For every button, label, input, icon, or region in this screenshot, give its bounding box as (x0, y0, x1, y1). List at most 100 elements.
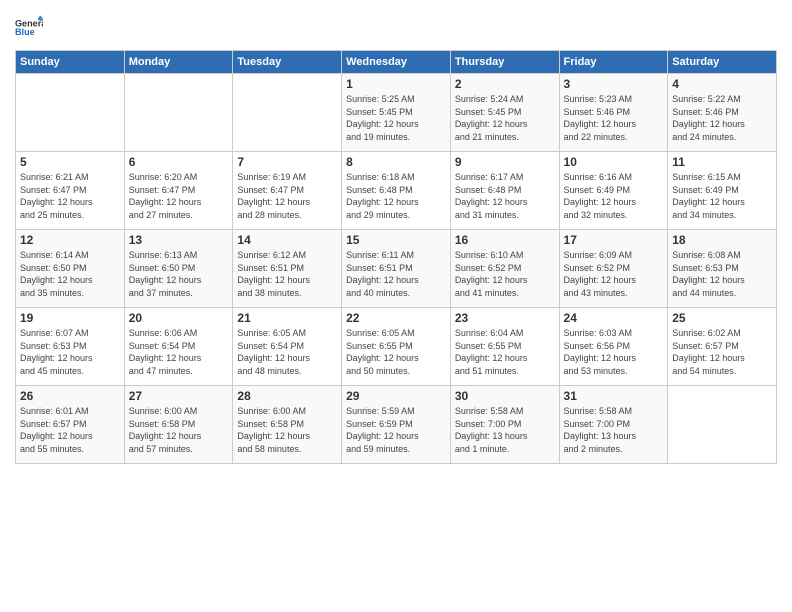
header-day: Friday (559, 51, 668, 74)
day-info: Sunrise: 6:18 AM Sunset: 6:48 PM Dayligh… (346, 171, 446, 221)
calendar-cell: 16 Sunrise: 6:10 AM Sunset: 6:52 PM Dayli… (450, 230, 559, 308)
calendar-cell: 15 Sunrise: 6:11 AM Sunset: 6:51 PM Dayli… (342, 230, 451, 308)
calendar-cell: 19Sunrise: 6:07 AM Sunset: 6:53 PM Dayli… (16, 308, 125, 386)
day-number: 19 (20, 311, 120, 325)
calendar-cell: 29 Sunrise: 5:59 AM Sunset: 6:59 PM Dayli… (342, 386, 451, 464)
calendar-cell (233, 74, 342, 152)
header-day: Saturday (668, 51, 777, 74)
day-info: Sunrise: 6:13 AM Sunset: 6:50 PM Dayligh… (129, 249, 229, 299)
calendar-cell (124, 74, 233, 152)
day-info: Sunrise: 6:09 AM Sunset: 6:52 PM Dayligh… (564, 249, 664, 299)
day-info: Sunrise: 6:16 AM Sunset: 6:49 PM Dayligh… (564, 171, 664, 221)
day-info: Sunrise: 6:15 AM Sunset: 6:49 PM Dayligh… (672, 171, 772, 221)
day-info: Sunrise: 6:05 AM Sunset: 6:54 PM Dayligh… (237, 327, 337, 377)
day-number: 7 (237, 155, 337, 169)
day-number: 11 (672, 155, 772, 169)
day-number: 4 (672, 77, 772, 91)
calendar-cell: 13 Sunrise: 6:13 AM Sunset: 6:50 PM Dayli… (124, 230, 233, 308)
calendar-cell (668, 386, 777, 464)
day-number: 15 (346, 233, 446, 247)
calendar-table: SundayMondayTuesdayWednesdayThursdayFrid… (15, 50, 777, 464)
day-number: 29 (346, 389, 446, 403)
day-info: Sunrise: 6:10 AM Sunset: 6:52 PM Dayligh… (455, 249, 555, 299)
day-info: Sunrise: 6:19 AM Sunset: 6:47 PM Dayligh… (237, 171, 337, 221)
week-row: 19Sunrise: 6:07 AM Sunset: 6:53 PM Dayli… (16, 308, 777, 386)
calendar-container: General Blue SundayMondayTuesdayWednesda… (0, 0, 792, 612)
header-day: Sunday (16, 51, 125, 74)
day-number: 13 (129, 233, 229, 247)
day-info: Sunrise: 6:14 AM Sunset: 6:50 PM Dayligh… (20, 249, 120, 299)
day-number: 25 (672, 311, 772, 325)
day-number: 8 (346, 155, 446, 169)
calendar-cell: 14Sunrise: 6:12 AM Sunset: 6:51 PM Dayli… (233, 230, 342, 308)
day-info: Sunrise: 6:08 AM Sunset: 6:53 PM Dayligh… (672, 249, 772, 299)
day-info: Sunrise: 6:05 AM Sunset: 6:55 PM Dayligh… (346, 327, 446, 377)
calendar-cell: 25 Sunrise: 6:02 AM Sunset: 6:57 PM Dayli… (668, 308, 777, 386)
day-number: 12 (20, 233, 120, 247)
week-row: 26Sunrise: 6:01 AM Sunset: 6:57 PM Dayli… (16, 386, 777, 464)
calendar-cell: 2 Sunrise: 5:24 AM Sunset: 5:45 PM Daylig… (450, 74, 559, 152)
day-number: 16 (455, 233, 555, 247)
day-number: 5 (20, 155, 120, 169)
header-day: Thursday (450, 51, 559, 74)
calendar-cell: 4 Sunrise: 5:22 AM Sunset: 5:46 PM Daylig… (668, 74, 777, 152)
calendar-cell: 21 Sunrise: 6:05 AM Sunset: 6:54 PM Dayli… (233, 308, 342, 386)
week-row: 5 Sunrise: 6:21 AM Sunset: 6:47 PM Daylig… (16, 152, 777, 230)
day-info: Sunrise: 6:00 AM Sunset: 6:58 PM Dayligh… (237, 405, 337, 455)
day-info: Sunrise: 6:21 AM Sunset: 6:47 PM Dayligh… (20, 171, 120, 221)
calendar-cell: 23Sunrise: 6:04 AM Sunset: 6:55 PM Dayli… (450, 308, 559, 386)
calendar-cell: 18 Sunrise: 6:08 AM Sunset: 6:53 PM Dayli… (668, 230, 777, 308)
day-info: Sunrise: 5:58 AM Sunset: 7:00 PM Dayligh… (564, 405, 664, 455)
calendar-cell: 31 Sunrise: 5:58 AM Sunset: 7:00 PM Dayli… (559, 386, 668, 464)
day-info: Sunrise: 5:24 AM Sunset: 5:45 PM Dayligh… (455, 93, 555, 143)
svg-text:Blue: Blue (15, 27, 35, 37)
day-number: 31 (564, 389, 664, 403)
calendar-cell: 17 Sunrise: 6:09 AM Sunset: 6:52 PM Dayli… (559, 230, 668, 308)
calendar-cell: 27 Sunrise: 6:00 AM Sunset: 6:58 PM Dayli… (124, 386, 233, 464)
calendar-cell (16, 74, 125, 152)
day-number: 3 (564, 77, 664, 91)
day-number: 24 (564, 311, 664, 325)
day-number: 20 (129, 311, 229, 325)
day-info: Sunrise: 6:03 AM Sunset: 6:56 PM Dayligh… (564, 327, 664, 377)
day-number: 23 (455, 311, 555, 325)
day-info: Sunrise: 5:25 AM Sunset: 5:45 PM Dayligh… (346, 93, 446, 143)
day-number: 2 (455, 77, 555, 91)
day-info: Sunrise: 5:22 AM Sunset: 5:46 PM Dayligh… (672, 93, 772, 143)
calendar-cell: 10 Sunrise: 6:16 AM Sunset: 6:49 PM Dayli… (559, 152, 668, 230)
day-info: Sunrise: 6:00 AM Sunset: 6:58 PM Dayligh… (129, 405, 229, 455)
calendar-cell: 8 Sunrise: 6:18 AM Sunset: 6:48 PM Daylig… (342, 152, 451, 230)
calendar-cell: 30 Sunrise: 5:58 AM Sunset: 7:00 PM Dayli… (450, 386, 559, 464)
calendar-cell: 6Sunrise: 6:20 AM Sunset: 6:47 PM Daylig… (124, 152, 233, 230)
day-number: 28 (237, 389, 337, 403)
logo: General Blue (15, 14, 45, 42)
day-number: 21 (237, 311, 337, 325)
day-number: 17 (564, 233, 664, 247)
calendar-cell: 28 Sunrise: 6:00 AM Sunset: 6:58 PM Dayli… (233, 386, 342, 464)
day-info: Sunrise: 5:23 AM Sunset: 5:46 PM Dayligh… (564, 93, 664, 143)
day-info: Sunrise: 5:58 AM Sunset: 7:00 PM Dayligh… (455, 405, 555, 455)
day-number: 9 (455, 155, 555, 169)
day-number: 14 (237, 233, 337, 247)
day-info: Sunrise: 5:59 AM Sunset: 6:59 PM Dayligh… (346, 405, 446, 455)
day-number: 22 (346, 311, 446, 325)
header-row: SundayMondayTuesdayWednesdayThursdayFrid… (16, 51, 777, 74)
calendar-cell: 12 Sunrise: 6:14 AM Sunset: 6:50 PM Dayli… (16, 230, 125, 308)
day-number: 30 (455, 389, 555, 403)
day-info: Sunrise: 6:01 AM Sunset: 6:57 PM Dayligh… (20, 405, 120, 455)
header-day: Monday (124, 51, 233, 74)
day-info: Sunrise: 6:02 AM Sunset: 6:57 PM Dayligh… (672, 327, 772, 377)
calendar-cell: 9 Sunrise: 6:17 AM Sunset: 6:48 PM Daylig… (450, 152, 559, 230)
week-row: 12 Sunrise: 6:14 AM Sunset: 6:50 PM Dayli… (16, 230, 777, 308)
day-number: 1 (346, 77, 446, 91)
header-day: Wednesday (342, 51, 451, 74)
day-number: 18 (672, 233, 772, 247)
calendar-cell: 22 Sunrise: 6:05 AM Sunset: 6:55 PM Dayli… (342, 308, 451, 386)
day-number: 10 (564, 155, 664, 169)
day-number: 6 (129, 155, 229, 169)
day-info: Sunrise: 6:17 AM Sunset: 6:48 PM Dayligh… (455, 171, 555, 221)
calendar-cell: 1 Sunrise: 5:25 AM Sunset: 5:45 PM Daylig… (342, 74, 451, 152)
day-info: Sunrise: 6:11 AM Sunset: 6:51 PM Dayligh… (346, 249, 446, 299)
day-number: 27 (129, 389, 229, 403)
calendar-cell: 11 Sunrise: 6:15 AM Sunset: 6:49 PM Dayli… (668, 152, 777, 230)
